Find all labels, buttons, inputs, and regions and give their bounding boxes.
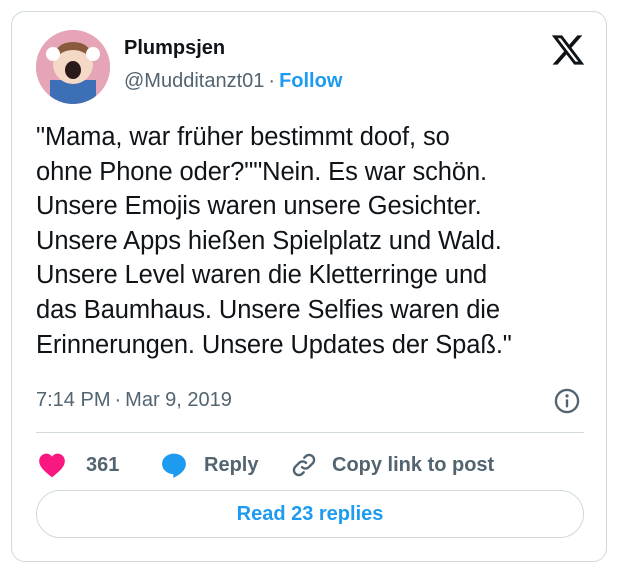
divider — [36, 432, 584, 433]
reply-label: Reply — [204, 453, 259, 476]
link-icon — [292, 453, 316, 477]
reply-button[interactable]: Reply — [160, 449, 258, 481]
handle-row: @Mudditanzt01 · Follow — [124, 70, 342, 93]
reply-bubble-icon — [162, 453, 186, 478]
heart-icon — [39, 453, 65, 478]
info-icon[interactable] — [553, 387, 581, 415]
like-count: 361 — [86, 453, 120, 476]
display-name[interactable]: Plumpsjen — [124, 37, 225, 60]
follow-button[interactable]: Follow — [279, 70, 342, 92]
timestamp[interactable]: 7:14 PM · Mar 9, 2019 — [36, 389, 232, 412]
avatar[interactable] — [36, 30, 110, 104]
copy-link-label: Copy link to post — [332, 453, 495, 476]
post-time: 7:14 PM — [36, 389, 111, 411]
user-handle[interactable]: @Mudditanzt01 — [124, 70, 264, 92]
x-logo-icon[interactable] — [550, 32, 586, 68]
like-button[interactable]: 361 — [38, 449, 119, 481]
read-replies-button[interactable]: Read 23 replies — [36, 490, 584, 538]
copy-link-button[interactable]: Copy link to post — [290, 449, 494, 481]
separator-dot: · — [114, 389, 122, 411]
separator-dot: · — [268, 70, 276, 92]
post-date: Mar 9, 2019 — [125, 389, 232, 411]
tweet-text: "Mama, war früher bestimmt doof, so ohne… — [36, 123, 512, 359]
tweet-card: Plumpsjen @Mudditanzt01 · Follow "Mama, wa… — [11, 11, 607, 562]
